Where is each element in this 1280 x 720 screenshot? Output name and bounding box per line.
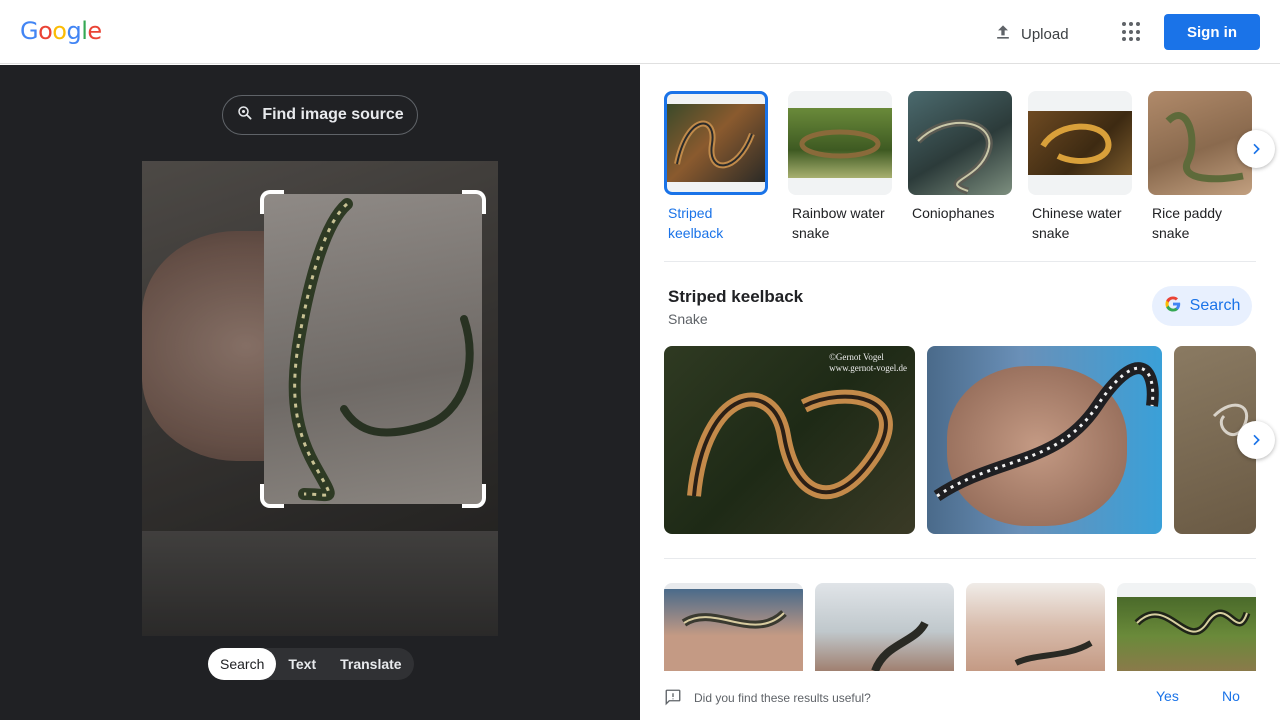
lens-mode-switcher: Search Text Translate <box>208 648 414 680</box>
visual-match-2[interactable] <box>815 583 954 671</box>
feedback-question: Did you find these results useful? <box>694 691 871 705</box>
chip-thumbnail <box>664 91 768 195</box>
chip-chinese-water-snake[interactable]: Chinese water snake <box>1028 91 1132 243</box>
upload-button[interactable]: Upload <box>993 22 1069 46</box>
entity-subtitle: Snake <box>668 311 708 327</box>
logo-letter: e <box>87 17 102 45</box>
entity-title: Striped keelback <box>668 287 804 306</box>
chip-thumbnail <box>788 91 892 195</box>
chip-striped-keelback[interactable]: Striped keelback <box>664 91 768 243</box>
logo-letter: o <box>38 17 53 45</box>
chip-thumbnail <box>1028 91 1132 195</box>
visual-match-1[interactable] <box>664 583 803 671</box>
google-search-button[interactable]: Search <box>1152 286 1252 326</box>
lens-image-pane: Find image source Search Text Translate <box>0 65 640 720</box>
result-image-2[interactable] <box>927 346 1162 534</box>
chip-label: Striped keelback <box>668 205 724 241</box>
chip-thumbnail <box>1148 91 1252 195</box>
visual-matches-chips: Striped keelback Rainbow water snake Con… <box>664 91 1256 251</box>
apps-grid-icon[interactable] <box>1122 22 1142 42</box>
find-image-source-label: Find image source <box>262 106 404 123</box>
chip-label: Rainbow water snake <box>792 205 885 241</box>
results-pane: Striped keelback Rainbow water snake Con… <box>640 65 1280 720</box>
crop-handle-bottom-left[interactable] <box>260 484 284 508</box>
chips-next-button[interactable] <box>1237 130 1275 168</box>
logo-letter: G <box>20 17 39 45</box>
lens-search-icon <box>236 104 254 127</box>
upload-icon <box>993 22 1013 46</box>
mode-text-tab[interactable]: Text <box>276 648 328 680</box>
feedback-no-link[interactable]: No <box>1222 688 1240 704</box>
google-logo[interactable]: Google <box>20 17 102 45</box>
results-next-button[interactable] <box>1237 421 1275 459</box>
crop-handle-bottom-right[interactable] <box>462 484 486 508</box>
crop-selection-box[interactable] <box>260 190 486 508</box>
section-divider <box>664 558 1256 559</box>
mode-translate-tab[interactable]: Translate <box>328 648 413 680</box>
find-image-source-button[interactable]: Find image source <box>222 95 418 135</box>
crop-handle-top-left[interactable] <box>260 190 284 214</box>
feedback-yes-link[interactable]: Yes <box>1156 688 1179 704</box>
logo-letter: g <box>66 17 82 45</box>
chip-rice-paddy-snake[interactable]: Rice paddy snake <box>1148 91 1252 243</box>
result-image-1[interactable]: ©Gernot Vogel www.gernot-vogel.de <box>664 346 915 534</box>
visual-match-3[interactable] <box>966 583 1105 671</box>
chevron-right-icon <box>1253 434 1260 446</box>
snake-crop-illustration <box>288 198 474 502</box>
crop-handle-top-right[interactable] <box>462 190 486 214</box>
section-divider <box>664 261 1256 262</box>
chip-label: Chinese water snake <box>1032 205 1122 241</box>
top-bar: Google Upload Sign in <box>0 0 1280 64</box>
image-watermark: ©Gernot Vogel www.gernot-vogel.de <box>829 352 907 373</box>
feedback-icon <box>664 688 682 709</box>
google-search-label: Search <box>1189 297 1241 314</box>
google-g-icon <box>1164 295 1182 318</box>
logo-letter: o <box>52 17 67 45</box>
chip-rainbow-water-snake[interactable]: Rainbow water snake <box>788 91 892 243</box>
mode-search-tab[interactable]: Search <box>208 648 277 680</box>
upload-label: Upload <box>1021 25 1069 43</box>
chip-label: Rice paddy snake <box>1152 205 1223 241</box>
chip-coniophanes[interactable]: Coniophanes <box>908 91 1012 223</box>
chevron-right-icon <box>1253 143 1260 155</box>
chip-thumbnail <box>908 91 1012 195</box>
visual-match-4[interactable] <box>1117 583 1256 671</box>
sign-in-button[interactable]: Sign in <box>1164 14 1260 50</box>
chip-label: Coniophanes <box>912 205 995 221</box>
